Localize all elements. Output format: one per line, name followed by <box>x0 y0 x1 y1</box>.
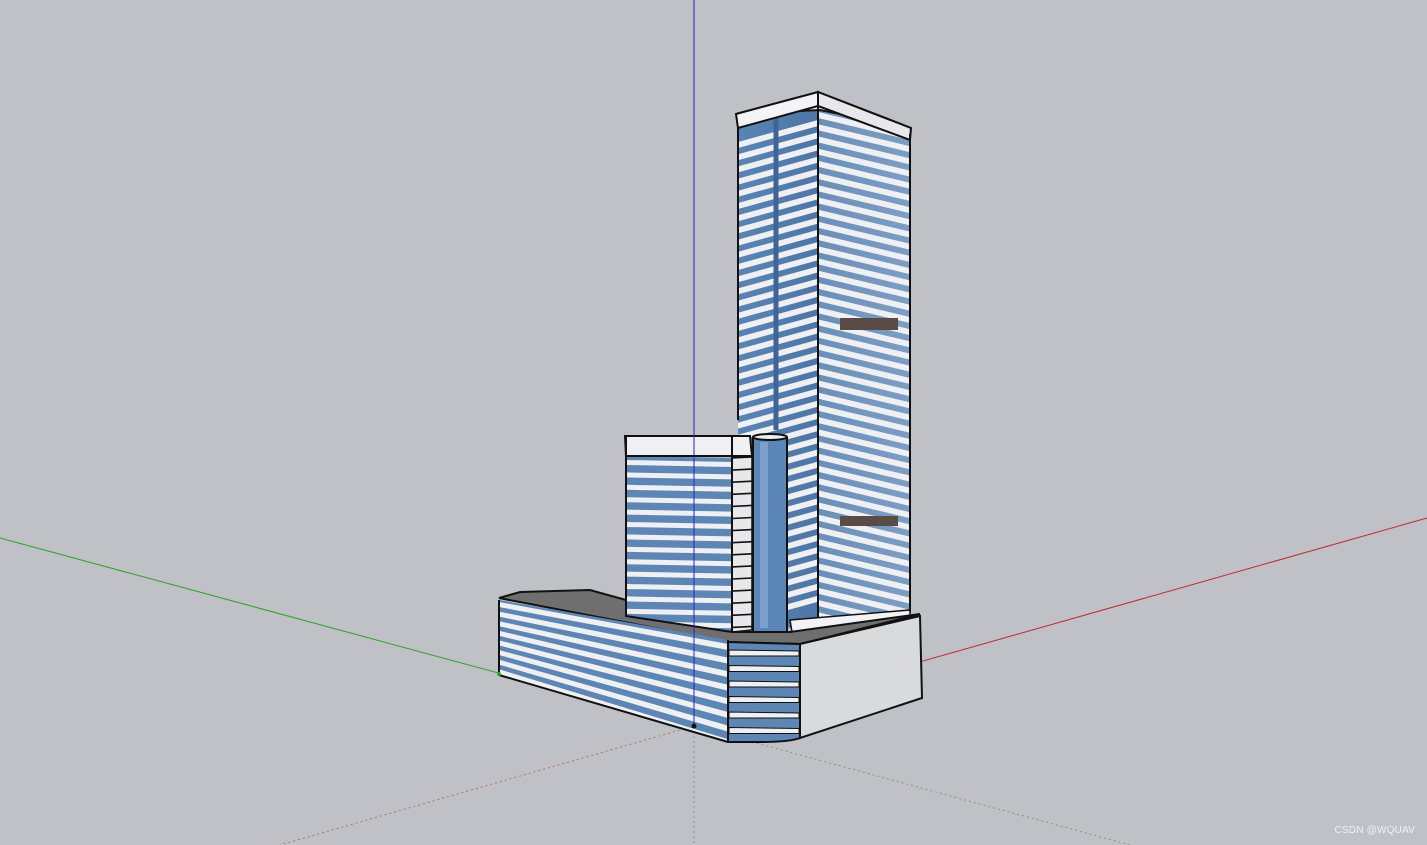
cylinder-top <box>752 433 788 441</box>
drum-floor-band <box>728 695 800 703</box>
midrise-side-rib <box>731 456 753 459</box>
cylinder-body <box>752 437 788 633</box>
axis-origin <box>691 723 697 729</box>
midrise-side-rib <box>731 565 753 568</box>
midrise-side-rib <box>731 613 753 617</box>
cylinder-highlight <box>760 442 768 628</box>
midrise-side-rib <box>731 528 753 532</box>
podium-corner-drum <box>727 640 801 743</box>
midrise-side-rib <box>731 504 753 508</box>
drum-floor-band <box>728 680 800 688</box>
midrise-side-rib <box>731 492 753 496</box>
glass-cylinder[interactable] <box>752 433 788 633</box>
midrise-side-rib <box>731 625 753 629</box>
midrise-front-face <box>626 456 732 632</box>
tower-accent-band-upper <box>840 318 898 330</box>
drum-floor-band <box>728 664 800 672</box>
midrise-side-rib <box>731 540 753 544</box>
green-axis-endpoint <box>497 672 501 676</box>
midrise-side-rib <box>731 589 753 592</box>
red-axis-negative <box>279 725 695 845</box>
midrise-side-rib <box>731 468 753 471</box>
midrise-side-rib <box>731 577 753 580</box>
3d-modeling-viewport[interactable]: CSDN @WQUAV <box>0 0 1427 845</box>
drum-floor-band <box>728 711 800 719</box>
green-axis-negative <box>693 725 1131 845</box>
drum-floor-band <box>728 649 800 657</box>
scene-canvas[interactable] <box>0 0 1427 845</box>
midrise-side-rib <box>731 516 753 520</box>
midrise-side-rib <box>731 553 753 556</box>
tower-accent-band-lower <box>840 516 898 526</box>
watermark-text: CSDN @WQUAV <box>1334 825 1415 836</box>
drum-floor-band <box>728 726 800 734</box>
midrise-side-rib <box>731 480 753 483</box>
midrise-side-rib <box>731 601 753 604</box>
mid-rise-block[interactable] <box>623 435 754 633</box>
